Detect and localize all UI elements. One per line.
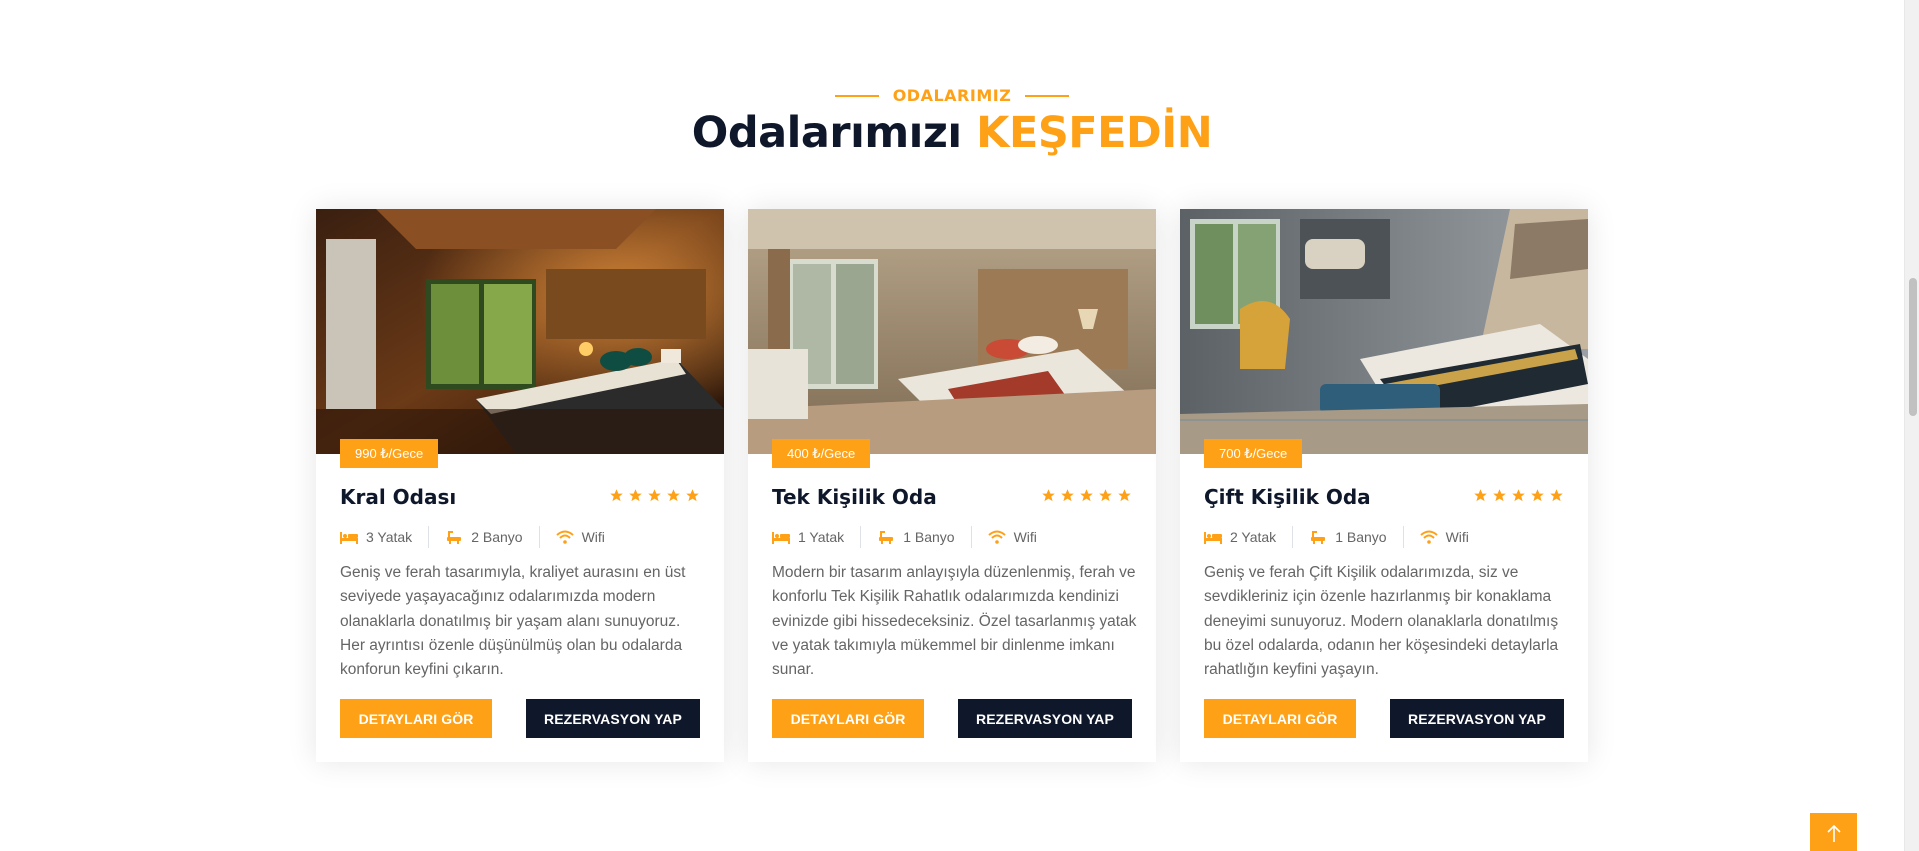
room-description: Modern bir tasarım anlayışıyla düzenlenm… <box>772 564 1137 679</box>
feature-wifi: Wifi <box>987 526 1053 548</box>
price-badge: 400 ₺/Gece <box>772 439 871 468</box>
details-button[interactable]: DETAYLARI GÖR <box>340 699 492 738</box>
room-features: 3 Yatak 2 Banyo Wifi <box>340 526 637 548</box>
section-title-accent: KEŞFEDİN <box>976 108 1213 158</box>
room-image-single[interactable] <box>748 209 1156 454</box>
room-features: 2 Yatak 1 Banyo Wifi <box>1204 526 1501 548</box>
bath-icon <box>1311 531 1326 544</box>
room-description: Geniş ve ferah tasarımıyla, kraliyet aur… <box>340 564 686 679</box>
wifi-icon <box>1419 530 1438 544</box>
rooms-section: ODALARIMIZ Odalarımızı KEŞFEDİN 990 ₺/Ge… <box>0 0 1904 851</box>
feature-baths: 1 Banyo <box>1309 526 1404 548</box>
feature-baths: 1 Banyo <box>877 526 972 548</box>
star-icon <box>1061 489 1074 502</box>
subtitle-line-left <box>834 94 879 97</box>
bed-icon <box>340 532 358 544</box>
star-icon <box>1080 489 1093 502</box>
bath-icon <box>879 531 894 544</box>
room-title: Tek Kişilik Oda <box>772 485 937 509</box>
section-title-main: Odalarımızı <box>691 108 962 158</box>
room-image-king[interactable] <box>316 209 724 454</box>
bed-icon <box>772 532 790 544</box>
reserve-button[interactable]: REZERVASYON YAP <box>526 699 700 738</box>
scrollbar-thumb[interactable] <box>1909 278 1917 416</box>
feature-label: 1 Yatak <box>798 529 845 545</box>
room-image-double[interactable] <box>1180 209 1588 454</box>
feature-label: Wifi <box>1445 529 1469 545</box>
star-icon <box>1512 489 1525 502</box>
back-to-top-button[interactable] <box>1810 813 1857 851</box>
star-icon <box>1493 489 1506 502</box>
star-icon <box>629 489 642 502</box>
feature-baths: 2 Banyo <box>445 526 540 548</box>
subtitle-line-right <box>1025 94 1070 97</box>
room-title: Kral Odası <box>340 485 457 509</box>
star-icon <box>1118 489 1131 502</box>
wifi-icon <box>987 530 1006 544</box>
price-badge: 700 ₺/Gece <box>1204 439 1303 468</box>
room-features: 1 Yatak 1 Banyo Wifi <box>772 526 1069 548</box>
feature-wifi: Wifi <box>1419 526 1485 548</box>
star-icon <box>667 489 680 502</box>
rating-stars <box>1473 488 1564 503</box>
feature-beds: 2 Yatak <box>1204 526 1294 548</box>
arrow-up-icon <box>1826 825 1841 842</box>
feature-beds: 3 Yatak <box>340 526 430 548</box>
section-subtitle-text: ODALARIMIZ <box>892 86 1012 105</box>
star-icon <box>648 489 661 502</box>
feature-label: 3 Yatak <box>366 529 413 545</box>
feature-label: 2 Banyo <box>471 529 523 545</box>
bed-icon <box>1204 532 1222 544</box>
star-icon <box>1474 489 1487 502</box>
star-icon <box>1550 489 1563 502</box>
room-card-double: 700 ₺/Gece Çift Kişilik Oda 2 Yatak 1 Ba… <box>1180 209 1588 762</box>
reserve-button[interactable]: REZERVASYON YAP <box>1390 699 1564 738</box>
section-title: Odalarımızı KEŞFEDİN <box>0 108 1904 158</box>
wifi-icon <box>555 530 574 544</box>
details-button[interactable]: DETAYLARI GÖR <box>772 699 924 738</box>
star-icon <box>1531 489 1544 502</box>
feature-beds: 1 Yatak <box>772 526 862 548</box>
feature-label: 1 Banyo <box>903 529 955 545</box>
rating-stars <box>609 488 700 503</box>
star-icon <box>610 489 623 502</box>
room-card-king: 990 ₺/Gece Kral Odası 3 Yatak 2 Banyo Wi… <box>316 209 724 762</box>
reserve-button[interactable]: REZERVASYON YAP <box>958 699 1132 738</box>
rating-stars <box>1041 488 1132 503</box>
section-subtitle: ODALARIMIZ <box>0 86 1904 105</box>
star-icon <box>686 489 699 502</box>
feature-label: Wifi <box>581 529 605 545</box>
vertical-scrollbar[interactable] <box>1904 0 1919 851</box>
feature-label: 1 Banyo <box>1335 529 1387 545</box>
room-card-single: 400 ₺/Gece Tek Kişilik Oda 1 Yatak 1 Ban… <box>748 209 1156 762</box>
feature-label: Wifi <box>1013 529 1037 545</box>
feature-label: 2 Yatak <box>1230 529 1277 545</box>
room-description: Geniş ve ferah Çift Kişilik odalarımızda… <box>1204 564 1559 679</box>
feature-wifi: Wifi <box>555 526 621 548</box>
room-title: Çift Kişilik Oda <box>1204 485 1371 509</box>
star-icon <box>1042 489 1055 502</box>
star-icon <box>1099 489 1112 502</box>
details-button[interactable]: DETAYLARI GÖR <box>1204 699 1356 738</box>
bath-icon <box>447 531 462 544</box>
price-badge: 990 ₺/Gece <box>340 439 439 468</box>
